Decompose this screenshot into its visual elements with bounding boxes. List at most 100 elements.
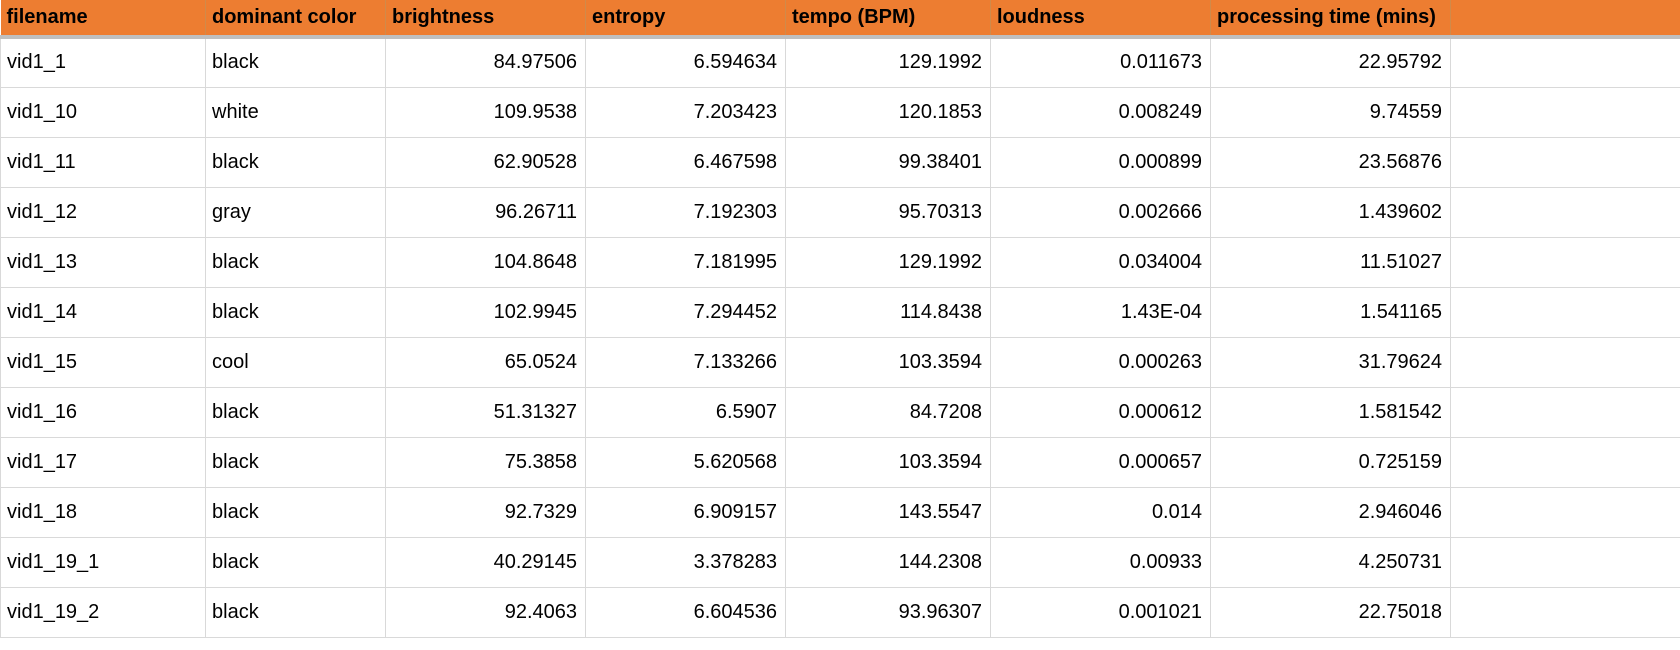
- cell[interactable]: 1.541165: [1211, 287, 1451, 337]
- cell[interactable]: 1.439602: [1211, 187, 1451, 237]
- cell[interactable]: [1451, 137, 1680, 187]
- cell[interactable]: [1451, 337, 1680, 387]
- cell[interactable]: vid1_17: [1, 437, 206, 487]
- cell[interactable]: black: [206, 237, 386, 287]
- cell[interactable]: vid1_14: [1, 287, 206, 337]
- cell[interactable]: 7.203423: [586, 87, 786, 137]
- cell[interactable]: [1451, 37, 1680, 87]
- cell[interactable]: vid1_13: [1, 237, 206, 287]
- cell[interactable]: black: [206, 287, 386, 337]
- cell[interactable]: vid1_15: [1, 337, 206, 387]
- cell[interactable]: 6.594634: [586, 37, 786, 87]
- cell[interactable]: [1451, 87, 1680, 137]
- cell[interactable]: 0.000899: [991, 137, 1211, 187]
- cell[interactable]: 0.000657: [991, 437, 1211, 487]
- cell[interactable]: 7.133266: [586, 337, 786, 387]
- col-header-dominant-color[interactable]: dominant color: [206, 0, 386, 37]
- cell[interactable]: 0.725159: [1211, 437, 1451, 487]
- cell[interactable]: [1451, 387, 1680, 437]
- cell[interactable]: white: [206, 87, 386, 137]
- cell[interactable]: 62.90528: [386, 137, 586, 187]
- cell[interactable]: 96.26711: [386, 187, 586, 237]
- cell[interactable]: vid1_16: [1, 387, 206, 437]
- cell[interactable]: 84.97506: [386, 37, 586, 87]
- cell[interactable]: 0.000263: [991, 337, 1211, 387]
- col-header-blank[interactable]: [1451, 0, 1680, 37]
- cell[interactable]: vid1_10: [1, 87, 206, 137]
- cell[interactable]: 2.946046: [1211, 487, 1451, 537]
- cell[interactable]: black: [206, 537, 386, 587]
- cell[interactable]: 7.181995: [586, 237, 786, 287]
- col-header-loudness[interactable]: loudness: [991, 0, 1211, 37]
- cell[interactable]: 0.008249: [991, 87, 1211, 137]
- cell[interactable]: [1451, 187, 1680, 237]
- cell[interactable]: vid1_19_1: [1, 537, 206, 587]
- cell[interactable]: 84.7208: [786, 387, 991, 437]
- cell[interactable]: 7.294452: [586, 287, 786, 337]
- cell[interactable]: 3.378283: [586, 537, 786, 587]
- cell[interactable]: 6.604536: [586, 587, 786, 637]
- cell[interactable]: 0.011673: [991, 37, 1211, 87]
- cell[interactable]: 7.192303: [586, 187, 786, 237]
- col-header-entropy[interactable]: entropy: [586, 0, 786, 37]
- cell[interactable]: 99.38401: [786, 137, 991, 187]
- cell[interactable]: 23.56876: [1211, 137, 1451, 187]
- cell[interactable]: 6.467598: [586, 137, 786, 187]
- cell[interactable]: 92.4063: [386, 587, 586, 637]
- cell[interactable]: black: [206, 437, 386, 487]
- cell[interactable]: 9.74559: [1211, 87, 1451, 137]
- cell[interactable]: black: [206, 37, 386, 87]
- cell[interactable]: black: [206, 137, 386, 187]
- cell[interactable]: black: [206, 587, 386, 637]
- cell[interactable]: 95.70313: [786, 187, 991, 237]
- cell[interactable]: vid1_11: [1, 137, 206, 187]
- cell[interactable]: black: [206, 487, 386, 537]
- cell[interactable]: 40.29145: [386, 537, 586, 587]
- cell[interactable]: 129.1992: [786, 237, 991, 287]
- cell[interactable]: 22.75018: [1211, 587, 1451, 637]
- cell[interactable]: [1451, 237, 1680, 287]
- cell[interactable]: 93.96307: [786, 587, 991, 637]
- cell[interactable]: 102.9945: [386, 287, 586, 337]
- cell[interactable]: cool: [206, 337, 386, 387]
- cell[interactable]: 75.3858: [386, 437, 586, 487]
- cell[interactable]: 103.3594: [786, 437, 991, 487]
- cell[interactable]: 114.8438: [786, 287, 991, 337]
- col-header-filename[interactable]: filename: [1, 0, 206, 37]
- cell[interactable]: 143.5547: [786, 487, 991, 537]
- col-header-tempo[interactable]: tempo (BPM): [786, 0, 991, 37]
- cell[interactable]: 6.909157: [586, 487, 786, 537]
- cell[interactable]: vid1_1: [1, 37, 206, 87]
- cell[interactable]: 0.014: [991, 487, 1211, 537]
- cell[interactable]: 4.250731: [1211, 537, 1451, 587]
- cell[interactable]: [1451, 287, 1680, 337]
- cell[interactable]: 1.43E-04: [991, 287, 1211, 337]
- cell[interactable]: 129.1992: [786, 37, 991, 87]
- cell[interactable]: 0.002666: [991, 187, 1211, 237]
- cell[interactable]: 92.7329: [386, 487, 586, 537]
- cell[interactable]: 0.000612: [991, 387, 1211, 437]
- cell[interactable]: 22.95792: [1211, 37, 1451, 87]
- cell[interactable]: [1451, 487, 1680, 537]
- cell[interactable]: 31.79624: [1211, 337, 1451, 387]
- col-header-brightness[interactable]: brightness: [386, 0, 586, 37]
- cell[interactable]: 120.1853: [786, 87, 991, 137]
- cell[interactable]: 103.3594: [786, 337, 991, 387]
- cell[interactable]: 0.001021: [991, 587, 1211, 637]
- cell[interactable]: 144.2308: [786, 537, 991, 587]
- cell[interactable]: [1451, 587, 1680, 637]
- cell[interactable]: 0.034004: [991, 237, 1211, 287]
- cell[interactable]: 104.8648: [386, 237, 586, 287]
- cell[interactable]: [1451, 537, 1680, 587]
- cell[interactable]: 0.00933: [991, 537, 1211, 587]
- cell[interactable]: 51.31327: [386, 387, 586, 437]
- col-header-processing-time[interactable]: processing time (mins): [1211, 0, 1451, 37]
- cell[interactable]: black: [206, 387, 386, 437]
- cell[interactable]: 109.9538: [386, 87, 586, 137]
- cell[interactable]: vid1_12: [1, 187, 206, 237]
- cell[interactable]: gray: [206, 187, 386, 237]
- cell[interactable]: vid1_18: [1, 487, 206, 537]
- cell[interactable]: vid1_19_2: [1, 587, 206, 637]
- cell[interactable]: [1451, 437, 1680, 487]
- cell[interactable]: 11.51027: [1211, 237, 1451, 287]
